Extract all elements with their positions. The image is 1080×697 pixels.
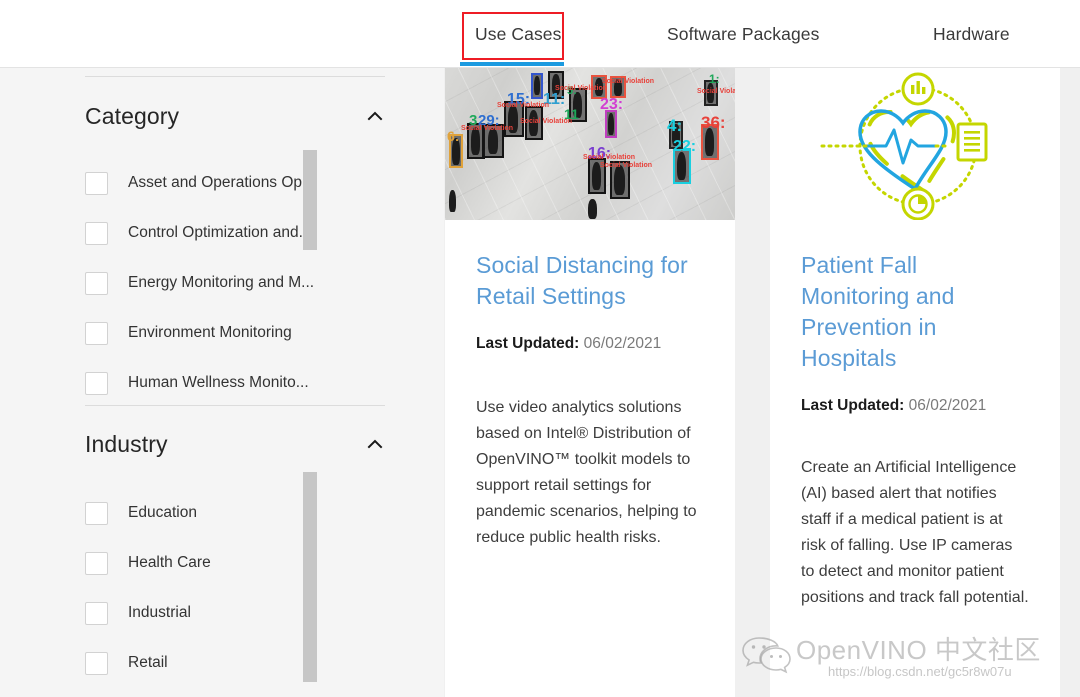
card-media-patient-fall <box>770 68 1060 220</box>
facet-option-row[interactable]: Asset and Operations Op... <box>85 158 385 208</box>
chevron-up-icon[interactable] <box>365 434 385 454</box>
facet-title-industry: Industry <box>85 430 168 457</box>
card-last-updated: Last Updated: 06/02/2021 <box>476 335 704 353</box>
facet-divider-top <box>85 76 385 77</box>
facet-option-row[interactable]: Control Optimization and... <box>85 208 385 258</box>
checkbox-health-care[interactable] <box>85 551 108 575</box>
card-last-updated-label: Last Updated: <box>476 335 580 352</box>
industry-scrollbar-thumb[interactable] <box>303 472 317 682</box>
facet-header-industry[interactable]: Industry <box>85 428 385 460</box>
facet-option-label: Industrial <box>128 604 191 621</box>
checkbox-environment-monitoring[interactable] <box>85 321 108 345</box>
checkbox-retail[interactable] <box>85 651 108 675</box>
facet-option-row[interactable]: Education <box>85 488 385 538</box>
facet-option-row[interactable]: Retail <box>85 638 385 688</box>
card-last-updated: Last Updated: 06/02/2021 <box>801 397 1029 415</box>
facet-option-label: Health Care <box>128 554 211 571</box>
card-description: Create an Artificial Intelligence (AI) b… <box>801 459 1029 606</box>
use-case-card[interactable]: Patient Fall Monitoring and Prevention i… <box>770 68 1060 697</box>
page-root: Use Cases Software Packages Hardware Cat… <box>0 0 1080 697</box>
card-title-link[interactable]: Social Distancing for Retail Settings <box>476 250 704 312</box>
social-distancing-photo: 15: 11: 23: 11 5: 3 29: 6: 16: 4: 22: 36… <box>445 68 735 220</box>
facet-option-row[interactable]: Energy Monitoring and M... <box>85 258 385 308</box>
checkbox-asset-and-operations[interactable] <box>85 171 108 195</box>
facet-option-label: Education <box>128 504 197 521</box>
card-media-social-distancing: 15: 11: 23: 11 5: 3 29: 6: 16: 4: 22: 36… <box>445 68 735 220</box>
results-grid: 15: 11: 23: 11 5: 3 29: 6: 16: 4: 22: 36… <box>444 68 1080 697</box>
tab-hardware[interactable]: Hardware <box>929 22 1014 47</box>
card-body: Patient Fall Monitoring and Prevention i… <box>770 250 1060 611</box>
card-description: Use video analytics solutions based on I… <box>476 399 697 546</box>
checkbox-industrial[interactable] <box>85 601 108 625</box>
facet-option-row[interactable]: Human Wellness Monito... <box>85 358 385 408</box>
facet-divider-middle <box>85 405 385 406</box>
checkbox-energy-monitoring[interactable] <box>85 271 108 295</box>
facet-option-label: Human Wellness Monito... <box>128 374 309 391</box>
top-navigation-bar: Use Cases Software Packages Hardware <box>0 0 1080 68</box>
heart-ecg-icon <box>770 68 1060 220</box>
chevron-up-icon[interactable] <box>365 106 385 126</box>
facet-option-label: Asset and Operations Op... <box>128 174 315 191</box>
tab-software-packages[interactable]: Software Packages <box>663 22 823 47</box>
card-body: Social Distancing for Retail Settings La… <box>445 250 735 551</box>
use-case-card[interactable]: 15: 11: 23: 11 5: 3 29: 6: 16: 4: 22: 36… <box>445 68 735 697</box>
facet-option-label: Retail <box>128 654 168 671</box>
card-last-updated-value: 06/02/2021 <box>583 335 662 352</box>
facet-header-category[interactable]: Category <box>85 100 385 132</box>
facet-option-row[interactable]: Health Care <box>85 538 385 588</box>
facet-option-row[interactable]: Industrial <box>85 588 385 638</box>
facet-option-row[interactable]: Environment Monitoring <box>85 308 385 358</box>
card-last-updated-label: Last Updated: <box>801 397 905 414</box>
checkbox-human-wellness-monitoring[interactable] <box>85 371 108 395</box>
card-last-updated-value: 06/02/2021 <box>908 397 987 414</box>
tab-use-cases[interactable]: Use Cases <box>471 22 566 47</box>
checkbox-control-optimization[interactable] <box>85 221 108 245</box>
checkbox-education[interactable] <box>85 501 108 525</box>
facet-options-category: Asset and Operations Op... Control Optim… <box>85 158 385 408</box>
facet-option-label: Energy Monitoring and M... <box>128 274 315 291</box>
card-title-link[interactable]: Patient Fall Monitoring and Prevention i… <box>801 250 1029 374</box>
filter-sidebar: Category Asset and Operations Op... Cont… <box>0 68 444 697</box>
active-tab-underline <box>460 62 564 66</box>
facet-option-label: Environment Monitoring <box>128 324 292 341</box>
facet-title-category: Category <box>85 102 180 129</box>
category-scrollbar-thumb[interactable] <box>303 150 317 250</box>
facet-option-label: Control Optimization and... <box>128 224 312 241</box>
facet-options-industry: Education Health Care Industrial Retail <box>85 488 385 688</box>
